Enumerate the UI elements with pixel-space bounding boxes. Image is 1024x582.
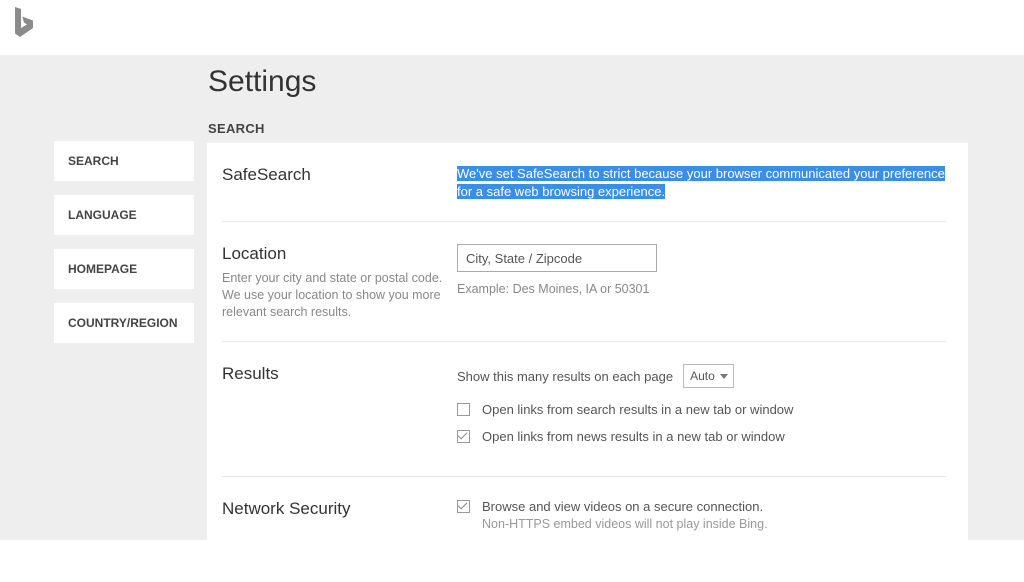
safesearch-notice-highlighted[interactable]: We've set SafeSearch to strict because y… xyxy=(457,166,945,199)
location-example: Example: Des Moines, IA or 50301 xyxy=(457,282,946,296)
section-heading: SEARCH xyxy=(208,121,265,136)
results-per-page-value: Auto xyxy=(690,369,715,383)
location-desc: Enter your city and state or postal code… xyxy=(222,270,443,321)
open-news-new-tab-label: Open links from news results in a new ta… xyxy=(482,429,785,446)
secure-connection-label: Browse and view videos on a secure conne… xyxy=(482,499,768,516)
settings-panel: SafeSearch We've set SafeSearch to stric… xyxy=(207,143,968,582)
page-title: Settings xyxy=(208,65,316,99)
safesearch-title: SafeSearch xyxy=(222,165,443,185)
group-results: Results Show this many results on each p… xyxy=(222,341,946,476)
open-search-new-tab-checkbox[interactable] xyxy=(457,403,470,416)
sidebar-item-homepage[interactable]: HOMEPAGE xyxy=(54,249,194,289)
bing-logo-icon xyxy=(12,6,36,45)
location-title: Location xyxy=(222,244,443,264)
topbar xyxy=(0,0,1024,55)
results-title: Results xyxy=(222,364,443,384)
open-news-new-tab-checkbox[interactable] xyxy=(457,430,470,443)
sidebar-item-country[interactable]: COUNTRY/REGION xyxy=(54,303,194,343)
results-per-page-select[interactable]: Auto xyxy=(683,364,734,388)
results-per-page-label: Show this many results on each page xyxy=(457,369,673,384)
secure-connection-checkbox[interactable] xyxy=(457,500,470,513)
group-location: Location Enter your city and state or po… xyxy=(222,221,946,341)
network-title: Network Security xyxy=(222,499,443,519)
page-body: Settings SEARCH SEARCH LANGUAGE HOMEPAGE… xyxy=(0,55,1024,540)
sidebar-item-search[interactable]: SEARCH xyxy=(54,141,194,181)
group-network-security: Network Security Browse and view videos … xyxy=(222,476,946,562)
open-search-new-tab-label: Open links from search results in a new … xyxy=(482,402,793,419)
group-safesearch: SafeSearch We've set SafeSearch to stric… xyxy=(222,143,946,221)
sidebar: SEARCH LANGUAGE HOMEPAGE COUNTRY/REGION xyxy=(54,141,194,357)
location-input[interactable] xyxy=(457,244,657,272)
sidebar-item-language[interactable]: LANGUAGE xyxy=(54,195,194,235)
secure-connection-sub: Non-HTTPS embed videos will not play ins… xyxy=(482,516,768,532)
